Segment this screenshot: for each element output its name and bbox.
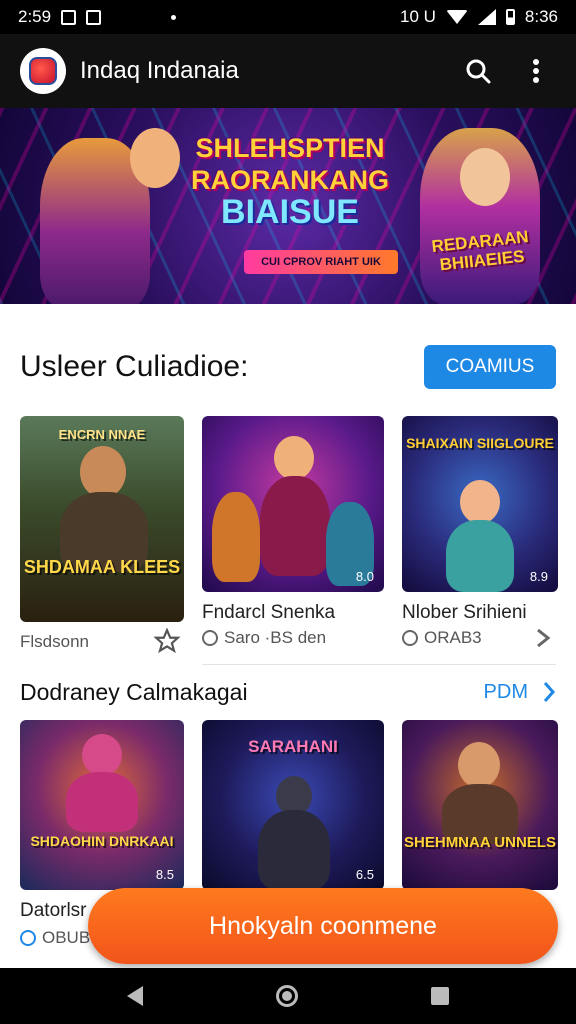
game-card-3[interactable]: SHAIXAIN SIIGLOURE 8.9 Nlober Srihieni O… [402,416,558,656]
banner-title-line-1: SHLEHSPTIEN [195,133,385,163]
card-title: Nlober Srihieni [402,602,527,623]
status-right: 10 U 8:36 [400,7,558,27]
primary-action-button[interactable]: Hnokyaln coonmene [88,888,558,964]
card-meta: ORAB3 [402,628,482,648]
card-thumbnail: ENCRN NNAE SHDAMAA KLEES [20,416,184,622]
status-clock: 8:36 [524,7,558,26]
network-label: 10 U [399,7,436,26]
thumb-count: 6.5 [355,867,374,882]
home-icon[interactable] [275,985,298,1007]
thumb-top-label: ENCRN NNAE [58,427,146,442]
banner-character-left-head [130,128,180,188]
section-1-button[interactable]: COAMIUS [424,345,556,389]
banner-strip: CUI CPROV RIAHT UIK [244,250,398,274]
divider [202,664,556,665]
card-meta: Saro ·BS den [202,628,326,648]
thumb-count: 8.5 [155,867,174,882]
dot-icon [171,14,177,20]
clock-icon [402,630,418,646]
recents-icon[interactable] [431,987,450,1005]
star-outline-icon[interactable] [153,627,181,659]
character-head [80,446,126,498]
banner-badge: REDARAAN BHIIAEIES [430,227,530,275]
thumb-title: SHDAMAA KLEES [23,557,181,577]
banner-title-line-3: BIAISUE [221,193,359,231]
card-meta: Flsdsonn [20,632,89,651]
character-head [274,436,314,480]
character-body-left [212,492,260,582]
notification-icon [61,9,77,25]
game-card-6[interactable]: SHEHMNAA UNNELS [402,720,558,890]
game-card-5[interactable]: SARAHANI 6.5 [202,720,384,890]
hero-banner[interactable]: SHLEHSPTIEN RAORANKANG BIAISUE CUI CPROV… [0,108,576,304]
section-2-link[interactable]: PDM [484,680,556,704]
status-time: 2:59 [18,7,52,26]
banner-character-right-head [460,148,510,206]
card-thumbnail: SARAHANI 6.5 [202,720,384,890]
thumb-title: SARAHANI [248,737,338,756]
logo-icon [29,57,57,85]
character-head [458,742,500,788]
app-logo[interactable] [20,48,66,94]
signal-icon [477,9,496,25]
system-nav-bar [0,968,576,1024]
character-body [446,520,514,592]
game-card-2[interactable]: 8.0 Fndarcl Snenka Saro ·BS den [202,416,384,656]
battery-icon [505,9,515,25]
back-icon[interactable] [126,986,143,1006]
character-body [260,476,330,576]
thumb-title: SHEHMNAA UNNELS [404,834,556,851]
thumb-title: SHAIXAIN SIIGLOURE [406,435,554,451]
chevron-right-icon[interactable] [532,626,554,655]
card-title: Datorlsr [20,900,87,921]
more-vert-icon[interactable] [516,51,556,91]
section-title-2: Dodraney Calmakagai [20,678,248,705]
section-header-1: Usleer Culiadioe: COAMIUS [20,344,556,390]
section-title-1: Usleer Culiadioe: [20,350,249,383]
character-body [258,810,330,890]
card-thumbnail: SHAIXAIN SIIGLOURE 8.9 [402,416,558,592]
thumb-title: SHDAOHIN DNRKAAI [30,833,174,849]
status-bar: 2:59 10 U 8:36 [0,0,576,34]
card-thumbnail: SHEHMNAA UNNELS [402,720,558,890]
card-thumbnail: 8.0 [202,416,384,592]
search-icon[interactable] [458,51,498,91]
character-head [460,480,500,524]
character-head [82,734,122,776]
clock-icon [20,930,36,946]
character-body [66,772,138,832]
card-title: Fndarcl Snenka [202,602,336,623]
screen: 2:59 10 U 8:36 Indaq Indanaia SHLEHSPTIE… [0,0,576,1024]
banner-title-line-2: RAORANKANG [191,165,389,195]
app-title: Indaq Indanaia [80,57,239,84]
clock-icon [202,630,218,646]
wifi-icon [445,10,468,24]
status-left: 2:59 [18,7,177,27]
thumb-count: 8.0 [355,569,374,584]
thumb-count: 8.9 [529,569,548,584]
image-notification-icon [86,9,102,25]
card-thumbnail: SHDAOHIN DNRKAAI 8.5 [20,720,184,890]
section-header-2: Dodraney Calmakagai PDM [20,672,556,712]
chevron-right-icon [543,682,556,702]
card-meta: OBUBI [20,928,95,948]
app-bar: Indaq Indanaia [0,34,576,108]
game-card-1[interactable]: ENCRN NNAE SHDAMAA KLEES Flsdsonn [20,416,184,666]
banner-title: SHLEHSPTIEN RAORANKANG BIAISUE [180,132,400,231]
